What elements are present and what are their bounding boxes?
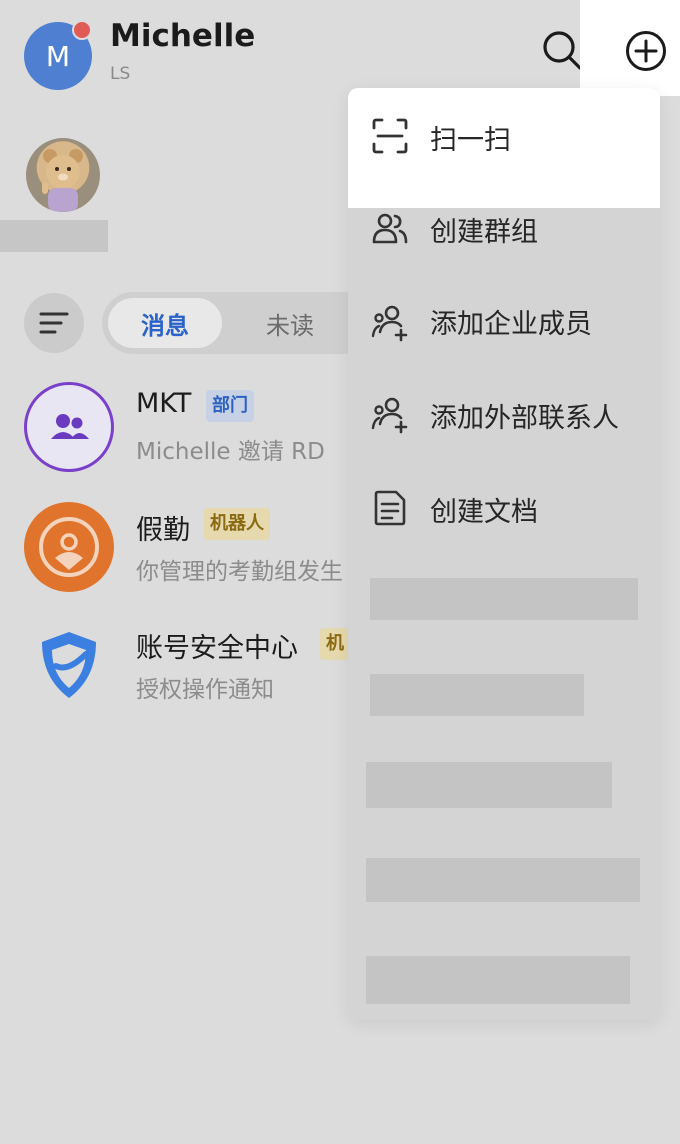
department-tag: 部门 bbox=[206, 390, 254, 422]
filter-button[interactable] bbox=[24, 293, 84, 353]
menu-label: 扫一扫 bbox=[430, 125, 511, 156]
group-people-icon bbox=[51, 414, 89, 439]
chat-title: MKT bbox=[136, 388, 192, 419]
tab-messages[interactable]: 消息 bbox=[108, 298, 222, 348]
bear-photo-icon bbox=[42, 149, 83, 212]
chat-item-security[interactable]: 账号安全中心 机 授权操作通知 bbox=[0, 620, 360, 730]
chat-title: 假勤 bbox=[136, 515, 190, 546]
tab-unread[interactable]: 未读 bbox=[240, 298, 340, 348]
document-icon bbox=[374, 490, 406, 526]
chat-preview: 授权操作通知 bbox=[136, 677, 274, 703]
avatar-letter: M bbox=[45, 39, 71, 73]
menu-item-create-doc[interactable]: 创建文档 bbox=[348, 462, 660, 552]
chat-preview: 你管理的考勤组发生 bbox=[136, 559, 343, 585]
robot-tag: 机 bbox=[320, 628, 350, 660]
chat-item-attendance[interactable]: 假勤 机器人 你管理的考勤组发生 bbox=[0, 500, 360, 610]
location-person-icon bbox=[39, 517, 99, 577]
chat-title: 账号安全中心 bbox=[136, 633, 298, 664]
chat-preview: Michelle 邀请 RD bbox=[136, 439, 325, 465]
group-icon bbox=[372, 213, 408, 244]
robot-tag: 机器人 bbox=[204, 508, 270, 540]
menu-label: 创建文档 bbox=[430, 497, 538, 528]
notification-dot bbox=[72, 20, 92, 40]
chat-item-mkt[interactable]: MKT 部门 Michelle 邀请 RD bbox=[0, 380, 360, 490]
blurred-menu-item bbox=[370, 578, 638, 620]
menu-item-create-group[interactable]: 创建群组 bbox=[348, 184, 660, 274]
shield-icon bbox=[42, 632, 96, 698]
add-member-icon bbox=[371, 305, 408, 342]
blurred-menu-item bbox=[370, 674, 584, 716]
add-contact-icon bbox=[371, 397, 408, 434]
menu-item-scan[interactable]: 扫一扫 bbox=[348, 90, 660, 180]
user-org: LS bbox=[110, 64, 131, 84]
app-screen: M Michelle LS 消息 未读 MKT 部门 Michelle 邀请 R… bbox=[0, 0, 680, 1144]
blurred-menu-item bbox=[366, 762, 612, 808]
add-circle-icon[interactable] bbox=[625, 30, 667, 72]
menu-label: 创建群组 bbox=[430, 217, 538, 248]
menu-item-add-member[interactable]: 添加企业成员 bbox=[348, 276, 660, 366]
search-icon[interactable] bbox=[540, 28, 584, 72]
pinned-contact-avatar[interactable] bbox=[26, 138, 100, 212]
scan-icon bbox=[372, 118, 408, 154]
group-avatar bbox=[24, 382, 114, 472]
user-name[interactable]: Michelle bbox=[110, 18, 255, 54]
menu-lines-icon bbox=[39, 312, 69, 334]
add-menu-dropdown: 扫一扫 创建群组 添加企业成员 添加外部联系人 创建文档 bbox=[348, 88, 660, 1020]
menu-label: 添加外部联系人 bbox=[430, 403, 619, 434]
menu-item-add-contact[interactable]: 添加外部联系人 bbox=[348, 370, 660, 460]
blurred-menu-item bbox=[366, 956, 630, 1004]
security-avatar bbox=[24, 620, 114, 710]
menu-label: 添加企业成员 bbox=[430, 309, 592, 340]
attendance-avatar bbox=[24, 502, 114, 592]
blurred-menu-item bbox=[366, 858, 640, 902]
blurred-name-placeholder bbox=[0, 220, 108, 252]
